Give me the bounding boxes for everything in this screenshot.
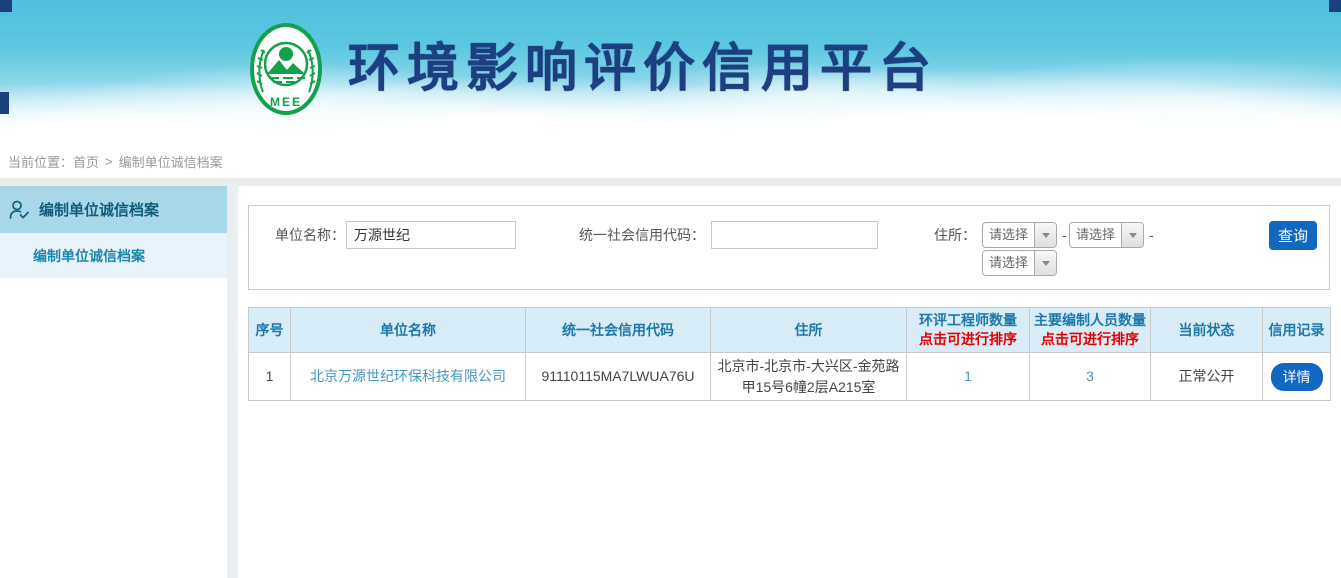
user-check-icon	[8, 199, 30, 221]
cell-credit-record: 详情	[1263, 353, 1331, 401]
address-dash: -	[1062, 222, 1067, 248]
col-header-unit-name: 单位名称	[291, 308, 526, 353]
divider-band	[0, 178, 1341, 186]
window-edge-artifact	[0, 92, 9, 114]
cell-status: 正常公开	[1151, 353, 1263, 401]
unit-name-label: 单位名称：	[261, 221, 345, 249]
content-area: 编制单位诚信档案 编制单位诚信档案 单位名称： 统一社会信用代码： 住所： 请选…	[0, 186, 1341, 578]
breadcrumb-prefix: 当前位置：	[8, 152, 73, 171]
query-button[interactable]: 查询	[1269, 221, 1317, 250]
cell-unit-name: 北京万源世纪环保科技有限公司	[291, 353, 526, 401]
breadcrumb-current: 编制单位诚信档案	[119, 152, 223, 171]
site-header: MEE 环境影响评价信用平台	[0, 0, 1341, 145]
city-select-value: 请选择	[1070, 223, 1121, 247]
sidebar-item-label: 编制单位诚信档案	[39, 199, 159, 220]
sort-hint: 点击可进行排序	[1033, 330, 1147, 349]
cell-staff-count: 3	[1030, 353, 1151, 401]
cell-credit-code: 91110115MA7LWUA76U	[526, 353, 711, 401]
col-header-status: 当前状态	[1151, 308, 1263, 353]
sidebar: 编制单位诚信档案 编制单位诚信档案	[0, 186, 227, 578]
province-select[interactable]: 请选择	[982, 222, 1057, 248]
logo-mee-text: MEE	[270, 95, 302, 109]
sort-hint: 点击可进行排序	[910, 330, 1026, 349]
credit-code-input[interactable]	[711, 221, 878, 249]
cell-address: 北京市-北京市-大兴区-金苑路甲15号6幢2层A215室	[711, 353, 907, 401]
breadcrumb-separator: >	[105, 154, 113, 169]
col-header-credit-code: 统一社会信用代码	[526, 308, 711, 353]
results-table: 序号 单位名称 统一社会信用代码 住所 环评工程师数量 点击可进行排序 主要编制…	[248, 307, 1331, 401]
col-header-credit-record: 信用记录	[1263, 308, 1331, 353]
detail-button[interactable]: 详情	[1271, 363, 1323, 391]
district-select[interactable]: 请选择	[982, 250, 1057, 276]
chevron-down-icon[interactable]	[1034, 223, 1056, 247]
address-label: 住所：	[926, 221, 976, 249]
breadcrumb: 当前位置： 首页 > 编制单位诚信档案	[0, 145, 1341, 178]
col-header-address: 住所	[711, 308, 907, 353]
table-row: 1 北京万源世纪环保科技有限公司 91110115MA7LWUA76U 北京市-…	[249, 353, 1331, 401]
unit-name-input[interactable]	[346, 221, 516, 249]
main-content: 单位名称： 统一社会信用代码： 住所： 请选择 - 请选择 - 请选择	[238, 186, 1341, 578]
col-header-staff-count-sortable[interactable]: 主要编制人员数量 点击可进行排序	[1030, 308, 1151, 353]
site-title: 环境影响评价信用平台	[348, 36, 938, 102]
cell-index: 1	[249, 353, 291, 401]
province-select-value: 请选择	[983, 223, 1034, 247]
search-panel: 单位名称： 统一社会信用代码： 住所： 请选择 - 请选择 - 请选择	[248, 205, 1330, 290]
city-select[interactable]: 请选择	[1069, 222, 1144, 248]
mee-logo: MEE	[249, 22, 323, 120]
sun-icon	[279, 47, 293, 61]
credit-code-label: 统一社会信用代码：	[565, 221, 705, 249]
staff-count-link[interactable]: 3	[1086, 368, 1094, 384]
col-header-engineer-count-sortable[interactable]: 环评工程师数量 点击可进行排序	[907, 308, 1030, 353]
page: MEE 环境影响评价信用平台 当前位置： 首页 > 编制单位诚信档案 编制单位诚…	[0, 0, 1341, 578]
engineer-count-link[interactable]: 1	[964, 368, 972, 384]
sidebar-subitem-label: 编制单位诚信档案	[33, 246, 145, 266]
table-header-row: 序号 单位名称 统一社会信用代码 住所 环评工程师数量 点击可进行排序 主要编制…	[249, 308, 1331, 353]
sidebar-subitem-unit-credit-archive[interactable]: 编制单位诚信档案	[0, 233, 227, 278]
col-header-index: 序号	[249, 308, 291, 353]
sidebar-gutter	[227, 186, 238, 578]
window-edge-artifact	[1329, 0, 1341, 12]
address-dash: -	[1149, 222, 1154, 248]
breadcrumb-home-link[interactable]: 首页	[73, 152, 99, 171]
district-select-value: 请选择	[983, 251, 1034, 275]
sidebar-item-unit-credit-archive[interactable]: 编制单位诚信档案	[0, 186, 227, 233]
company-link[interactable]: 北京万源世纪环保科技有限公司	[310, 368, 506, 384]
chevron-down-icon[interactable]	[1034, 251, 1056, 275]
window-edge-artifact	[0, 0, 12, 12]
chevron-down-icon[interactable]	[1121, 223, 1143, 247]
cell-engineer-count: 1	[907, 353, 1030, 401]
